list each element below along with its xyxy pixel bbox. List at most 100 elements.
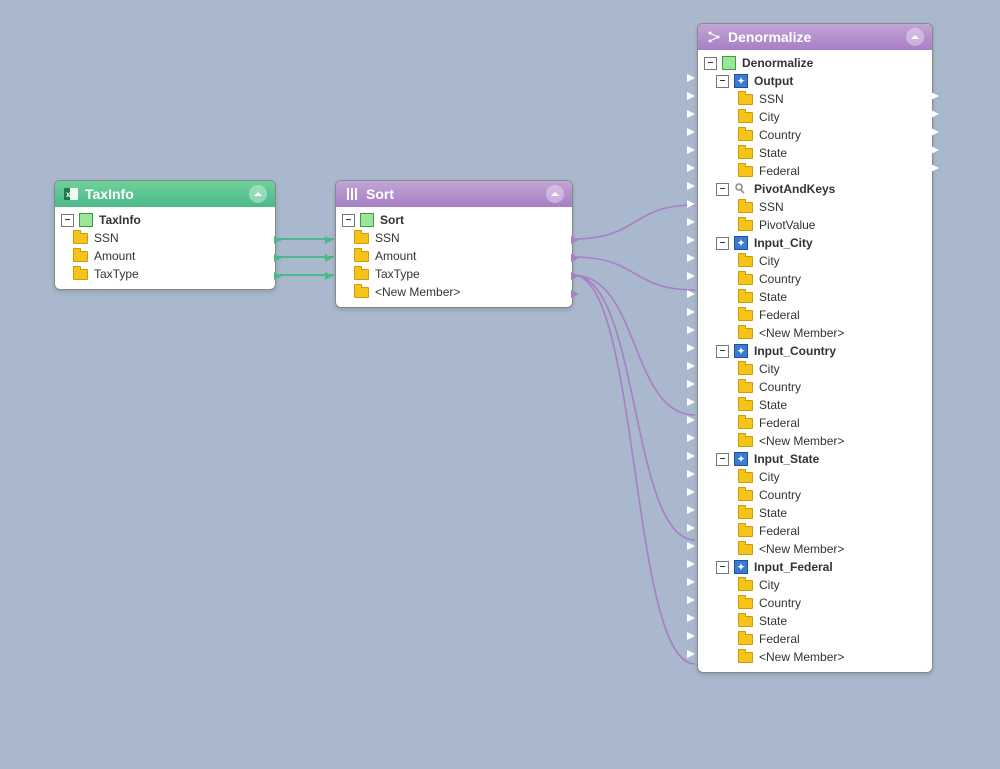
input-port[interactable] (687, 524, 697, 531)
input-port[interactable] (687, 254, 697, 261)
field-row[interactable]: City (698, 252, 932, 270)
input-port[interactable] (687, 92, 697, 99)
collapse-toggle[interactable]: – (716, 453, 729, 466)
node-sort-header[interactable]: Sort (336, 181, 572, 207)
input-port[interactable] (687, 182, 697, 189)
collapse-toggle[interactable]: – (716, 183, 729, 196)
input-port[interactable] (687, 560, 697, 567)
collapse-toggle[interactable]: – (716, 561, 729, 574)
output-port[interactable] (274, 254, 284, 261)
output-port[interactable] (571, 254, 581, 261)
field-row[interactable]: Federal (698, 630, 932, 648)
input-port[interactable] (687, 74, 697, 81)
node-taxinfo-header[interactable]: x TaxInfo (55, 181, 275, 207)
field-row[interactable]: <New Member> (698, 324, 932, 342)
node-denormalize[interactable]: Denormalize – Denormalize –✦OutputSSNCit… (697, 23, 933, 673)
field-row[interactable]: TaxType (336, 265, 572, 283)
field-row[interactable]: State (698, 396, 932, 414)
input-port[interactable] (687, 110, 697, 117)
output-port[interactable] (274, 272, 284, 279)
field-row[interactable]: SSN (55, 229, 275, 247)
output-port[interactable] (571, 272, 581, 279)
input-port[interactable] (687, 290, 697, 297)
input-port[interactable] (687, 578, 697, 585)
field-row[interactable]: City (698, 576, 932, 594)
field-row[interactable]: Federal (698, 162, 932, 180)
section-row[interactable]: –✦Input_State (698, 450, 932, 468)
collapse-toggle[interactable]: – (704, 57, 717, 70)
input-port[interactable] (687, 470, 697, 477)
field-row[interactable]: State (698, 144, 932, 162)
input-port[interactable] (325, 236, 335, 243)
field-row[interactable]: Federal (698, 306, 932, 324)
input-port[interactable] (687, 380, 697, 387)
field-row[interactable]: City (698, 360, 932, 378)
node-sort[interactable]: Sort – Sort SSNAmountTaxType<New Member> (335, 180, 573, 308)
field-row[interactable]: Country (698, 126, 932, 144)
collapse-button[interactable] (249, 185, 267, 203)
field-row[interactable]: <New Member> (698, 540, 932, 558)
field-row[interactable]: Federal (698, 414, 932, 432)
input-port[interactable] (687, 308, 697, 315)
section-row[interactable]: –PivotAndKeys (698, 180, 932, 198)
field-row[interactable]: <New Member> (336, 283, 572, 301)
collapse-toggle[interactable]: – (61, 214, 74, 227)
input-port[interactable] (687, 452, 697, 459)
field-row[interactable]: Federal (698, 522, 932, 540)
input-port[interactable] (687, 326, 697, 333)
output-port[interactable] (571, 236, 581, 243)
node-denormalize-header[interactable]: Denormalize (698, 24, 932, 50)
input-port[interactable] (687, 146, 697, 153)
output-port[interactable] (931, 164, 941, 171)
field-row[interactable]: City (698, 108, 932, 126)
output-port[interactable] (274, 236, 284, 243)
field-row[interactable]: Amount (55, 247, 275, 265)
output-port[interactable] (931, 92, 941, 99)
section-row[interactable]: –✦Input_Country (698, 342, 932, 360)
field-row[interactable]: SSN (698, 198, 932, 216)
diagram-canvas[interactable]: { "nodes": { "taxinfo": { "title": "TaxI… (0, 0, 1000, 769)
input-port[interactable] (325, 272, 335, 279)
field-row[interactable]: SSN (698, 90, 932, 108)
output-port[interactable] (931, 146, 941, 153)
input-port[interactable] (687, 614, 697, 621)
field-row[interactable]: <New Member> (698, 648, 932, 666)
input-port[interactable] (687, 164, 697, 171)
output-port[interactable] (931, 110, 941, 117)
field-row[interactable]: Country (698, 594, 932, 612)
field-row[interactable]: City (698, 468, 932, 486)
tree-root[interactable]: – TaxInfo (55, 211, 275, 229)
input-port[interactable] (687, 200, 697, 207)
input-port[interactable] (687, 218, 697, 225)
field-row[interactable]: Country (698, 486, 932, 504)
input-port[interactable] (687, 542, 697, 549)
input-port[interactable] (325, 254, 335, 261)
field-row[interactable]: Amount (336, 247, 572, 265)
field-row[interactable]: <New Member> (698, 432, 932, 450)
section-row[interactable]: –✦Output (698, 72, 932, 90)
input-port[interactable] (687, 650, 697, 657)
section-row[interactable]: –✦Input_City (698, 234, 932, 252)
field-row[interactable]: Country (698, 270, 932, 288)
field-row[interactable]: SSN (336, 229, 572, 247)
input-port[interactable] (687, 362, 697, 369)
input-port[interactable] (687, 632, 697, 639)
field-row[interactable]: Country (698, 378, 932, 396)
output-port[interactable] (571, 290, 581, 297)
tree-root[interactable]: – Denormalize (698, 54, 932, 72)
input-port[interactable] (687, 416, 697, 423)
input-port[interactable] (687, 488, 697, 495)
section-row[interactable]: –✦Input_Federal (698, 558, 932, 576)
input-port[interactable] (687, 596, 697, 603)
node-taxinfo[interactable]: x TaxInfo – TaxInfo SSNAmountTaxType (54, 180, 276, 290)
collapse-toggle[interactable]: – (342, 214, 355, 227)
collapse-button[interactable] (906, 28, 924, 46)
output-port[interactable] (931, 128, 941, 135)
collapse-toggle[interactable]: – (716, 237, 729, 250)
input-port[interactable] (687, 272, 697, 279)
tree-root[interactable]: – Sort (336, 211, 572, 229)
field-row[interactable]: PivotValue (698, 216, 932, 234)
input-port[interactable] (687, 236, 697, 243)
input-port[interactable] (687, 398, 697, 405)
input-port[interactable] (687, 506, 697, 513)
